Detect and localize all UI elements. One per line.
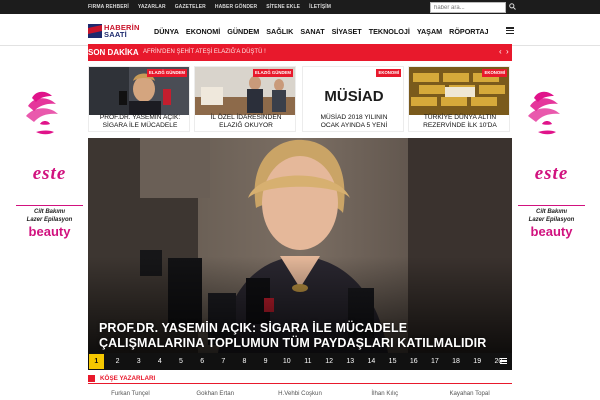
- nav-item-roportaj[interactable]: RÖPORTAJ: [449, 27, 488, 36]
- nav-item-sanat[interactable]: SANAT: [300, 27, 324, 36]
- pager-item[interactable]: 13: [343, 354, 358, 369]
- chevron-left-icon[interactable]: ‹: [499, 46, 505, 58]
- pager-item[interactable]: 15: [385, 354, 400, 369]
- nav-item-gundem[interactable]: GÜNDEM: [227, 27, 259, 36]
- columnists-label[interactable]: KÖŞE YAZARLARI: [100, 375, 155, 382]
- top-link-sitene-ekle[interactable]: SİTENE EKLE: [266, 4, 300, 10]
- list-icon[interactable]: [500, 358, 507, 365]
- news-card-tag: ELAZIĞ GÜNDEM: [252, 69, 293, 77]
- pager-item[interactable]: 7: [216, 354, 231, 369]
- pager-item[interactable]: 8: [237, 354, 252, 369]
- columnist-name[interactable]: H.Vehbi Coşkun: [258, 390, 343, 397]
- pager-item[interactable]: 9: [258, 354, 273, 369]
- site-logo[interactable]: HABERİN SAATİ: [88, 23, 150, 39]
- ad-line-2: Lazer Epilasyon: [26, 217, 73, 223]
- ad-line-2: Lazer Epilasyon: [528, 217, 575, 223]
- ad-brand: este: [534, 163, 569, 184]
- news-card[interactable]: EKONOMİ TÜRKİYE DÜNYA ALTIN REZERVİNDE İL…: [408, 66, 510, 132]
- ad-line-1: Cilt Bakımı: [33, 209, 65, 215]
- pager-item[interactable]: 2: [110, 354, 125, 369]
- logo-line-2: SAATİ: [104, 30, 127, 39]
- news-card-title: MÜSİAD 2018 YILININ OCAK AYINDA 5 YENİ: [320, 114, 388, 129]
- pager-item[interactable]: 10: [279, 354, 294, 369]
- columnist-name[interactable]: Gokhan Ertan: [173, 390, 258, 397]
- hero-headline[interactable]: PROF.DR. YASEMİN AÇIK: SİGARA İLE MÜCADE…: [99, 321, 509, 351]
- news-card-tag: ELAZIĞ GÜNDEM: [146, 69, 187, 77]
- columnist-name[interactable]: Furkan Tunçel: [88, 390, 173, 397]
- breaking-label: SON DAKİKA: [88, 48, 139, 57]
- nav-item-ekonomi[interactable]: EKONOMİ: [186, 27, 220, 36]
- columnists-header: KÖŞE YAZARLARI: [88, 374, 512, 384]
- news-card-tag: EKONOMİ: [482, 69, 507, 77]
- columnist-name[interactable]: Kayahan Topal: [427, 390, 512, 397]
- ad-face-graphic: [528, 91, 560, 135]
- breaking-headline[interactable]: AFRİN'DEN ŞEHİT ATEŞİ ELAZIĞ'A DÜŞTÜ !: [143, 44, 266, 61]
- section-marker-icon: [88, 375, 95, 382]
- news-card[interactable]: ELAZIĞ GÜNDEM PROF.DR. YASEMİN AÇIK: SİGA…: [88, 66, 190, 132]
- svg-text:MÜSİAD: MÜSİAD: [324, 88, 383, 105]
- top-link-iletisim[interactable]: İLETİŞİM: [309, 4, 331, 10]
- news-card[interactable]: MÜSİAD EKONOMİ MÜSİAD 2018 YILININ OCAK A…: [302, 66, 404, 132]
- search-icon[interactable]: [509, 3, 516, 10]
- pager-item[interactable]: 18: [449, 354, 464, 369]
- pager-item[interactable]: 17: [428, 354, 443, 369]
- ad-word: beauty: [530, 224, 573, 239]
- pager-item[interactable]: 6: [195, 354, 210, 369]
- news-card[interactable]: ELAZIĞ GÜNDEM İL ÖZEL İDARESİNDEN ELAZIĞ …: [194, 66, 296, 132]
- pager-item[interactable]: 19: [470, 354, 485, 369]
- top-links: FIRMA REHBERİ YAZARLAR GAZETELER HABER G…: [88, 0, 340, 14]
- news-card-title: TÜRKİYE DÜNYA ALTIN REZERVİNDE İLK 10'DA: [423, 114, 497, 129]
- pager-item[interactable]: 1: [89, 354, 104, 369]
- nav-item-yasam[interactable]: YAŞAM: [417, 27, 442, 36]
- pager-item[interactable]: 11: [301, 354, 316, 369]
- pager-item[interactable]: 4: [152, 354, 167, 369]
- top-link-gazeteler[interactable]: GAZETELER: [175, 4, 206, 10]
- logo-mark-icon: [88, 24, 102, 38]
- ad-face-graphic: [26, 91, 58, 135]
- nav-item-teknoloji[interactable]: TEKNOLOJİ: [369, 27, 410, 36]
- ad-brand: este: [32, 163, 67, 184]
- hamburger-menu-icon[interactable]: [506, 27, 514, 35]
- pager-item[interactable]: 14: [364, 354, 379, 369]
- ad-divider: [16, 205, 83, 206]
- pager-item[interactable]: 3: [131, 354, 146, 369]
- top-link-yazarlar[interactable]: YAZARLAR: [138, 4, 166, 10]
- news-card-title: PROF.DR. YASEMİN AÇIK: SİGARA İLE MÜCADEL…: [99, 114, 181, 129]
- chevron-right-icon[interactable]: ›: [506, 46, 512, 58]
- columnist-name[interactable]: İlhan Kılıç: [342, 390, 427, 397]
- ad-divider: [518, 205, 585, 206]
- nav-item-dunya[interactable]: DÜNYA: [154, 27, 179, 36]
- right-ad-banner[interactable]: este Cilt Bakımı Lazer Epilasyon beauty: [514, 66, 589, 322]
- top-link-haber-gonder[interactable]: HABER GÖNDER: [215, 4, 257, 10]
- pager-item[interactable]: 5: [174, 354, 189, 369]
- nav-item-saglik[interactable]: SAĞLIK: [266, 27, 293, 36]
- nav-item-siyaset[interactable]: SİYASET: [332, 27, 362, 36]
- pager-item[interactable]: 16: [406, 354, 421, 369]
- pager-item[interactable]: 12: [322, 354, 337, 369]
- hero-pager: 1 2 3 4 5 6 7 8 9 10 11 12 13 14 15 16 1…: [88, 353, 512, 370]
- columnists-list: Furkan Tunçel Gokhan Ertan H.Vehbi Coşku…: [88, 390, 512, 397]
- search-input[interactable]: [430, 2, 506, 13]
- ad-word: beauty: [28, 224, 71, 239]
- top-link-firma-rehberi[interactable]: FIRMA REHBERİ: [88, 4, 129, 10]
- main-menu: DÜNYA EKONOMİ GÜNDEM SAĞLIK SANAT SİYASE…: [154, 21, 496, 41]
- news-card-title: İL ÖZEL İDARESİNDEN ELAZIĞ OKUYOR: [210, 114, 282, 129]
- news-card-tag: EKONOMİ: [376, 69, 401, 77]
- ad-line-1: Cilt Bakımı: [535, 209, 567, 215]
- breaking-news-bar: SON DAKİKA AFRİN'DEN ŞEHİT ATEŞİ ELAZIĞ'…: [88, 44, 512, 61]
- left-ad-banner[interactable]: este Cilt Bakımı Lazer Epilasyon beauty: [12, 66, 87, 322]
